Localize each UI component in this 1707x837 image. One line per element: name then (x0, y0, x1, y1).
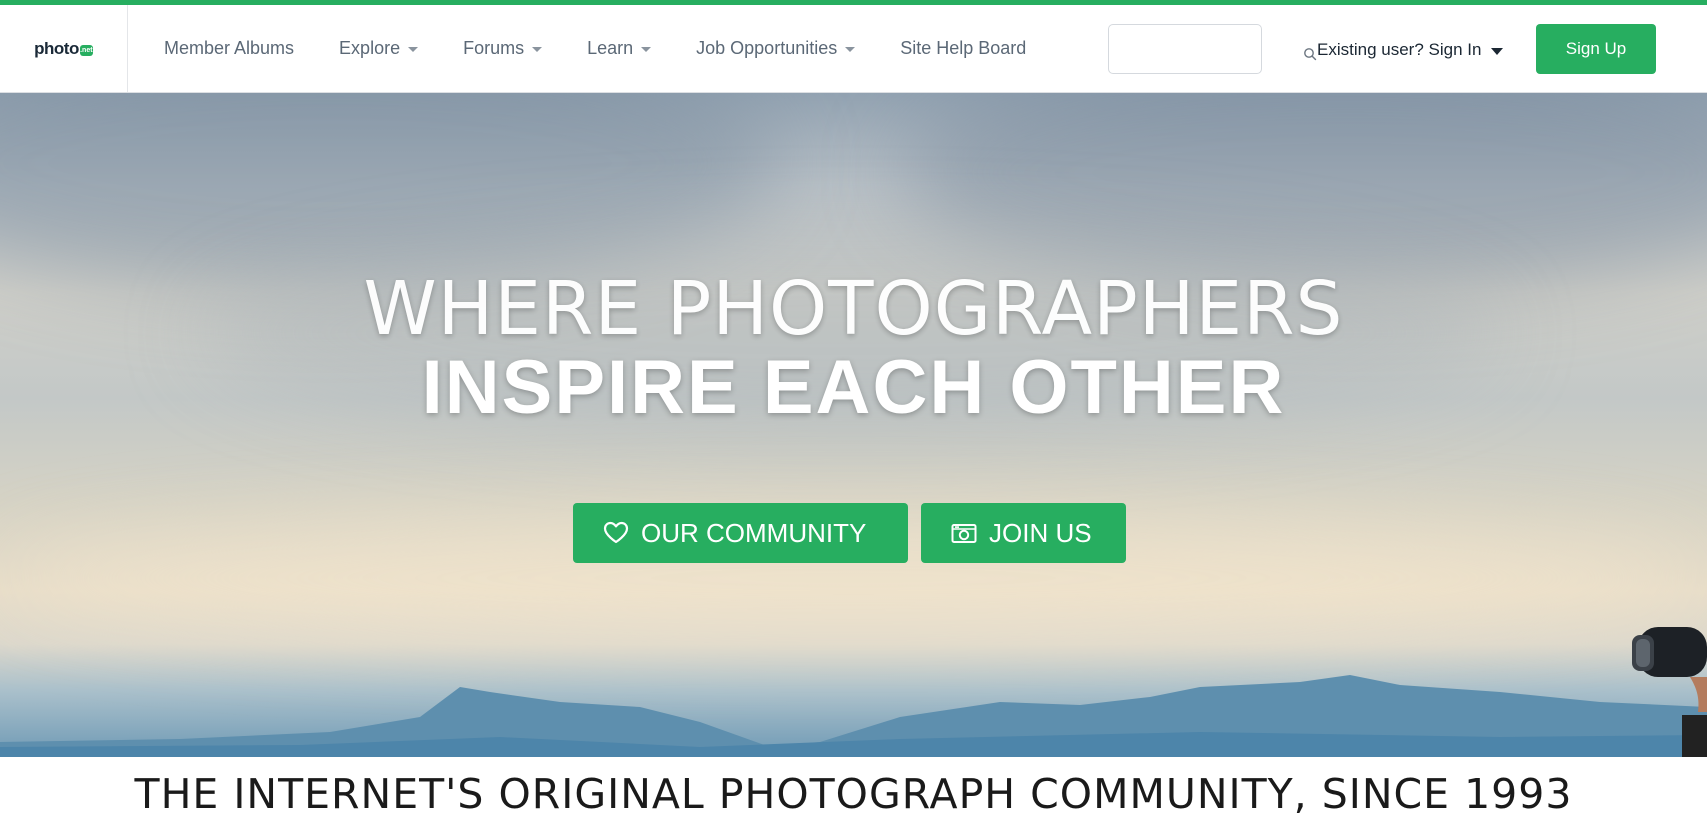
logo-link[interactable]: photo .net (0, 5, 128, 92)
search-icon[interactable] (1303, 47, 1317, 61)
hero-banner: WHERE PHOTOGRAPHERS INSPIRE EACH OTHER O… (0, 93, 1707, 757)
search-input[interactable] (1108, 24, 1262, 74)
nav-job-opportunities[interactable]: Job Opportunities (696, 38, 856, 59)
signin-label: Existing user? Sign In (1317, 40, 1482, 59)
chevron-down-icon (532, 47, 543, 52)
our-community-label: OUR COMMUNITY (641, 517, 867, 548)
nav-item-label: Site Help Board (900, 38, 1027, 58)
nav-site-help-board[interactable]: Site Help Board (900, 38, 1026, 59)
nav-item-label: Learn (587, 38, 634, 58)
signup-button[interactable]: Sign Up (1536, 24, 1656, 74)
nav-item-label: Job Opportunities (696, 38, 838, 58)
our-community-button[interactable]: OUR COMMUNITY (573, 503, 908, 563)
nav-forums[interactable]: Forums (463, 38, 543, 59)
chevron-down-icon (641, 47, 652, 52)
signup-label: Sign Up (1565, 39, 1627, 58)
site-header: photo .net Member Albums Explore Forums … (0, 5, 1707, 93)
nav-explore[interactable]: Explore (339, 38, 419, 59)
nav-item-label: Forums (463, 38, 525, 58)
heart-icon (603, 521, 629, 544)
chevron-down-icon (845, 47, 856, 52)
nav-member-albums[interactable]: Member Albums (164, 38, 294, 59)
nav-item-label: Explore (339, 38, 401, 58)
site-tagline: THE INTERNET'S ORIGINAL PHOTOGRAPH COMMU… (134, 770, 1573, 818)
nav-item-label: Member Albums (164, 38, 295, 58)
hero-line-1: WHERE PHOTOGRAPHERS (363, 266, 1344, 352)
logo-badge: .net (79, 45, 93, 56)
hero-heading: WHERE PHOTOGRAPHERS INSPIRE EACH OTHER (0, 271, 1707, 429)
nav-learn[interactable]: Learn (587, 38, 652, 59)
signin-dropdown[interactable]: Existing user? Sign In (1317, 38, 1504, 62)
main-nav: Member Albums Explore Forums Learn Job O… (164, 5, 1071, 92)
mountains-image (0, 675, 1707, 757)
join-us-button[interactable]: JOIN US (921, 503, 1126, 563)
hero-buttons: OUR COMMUNITY JOIN US (573, 503, 1139, 563)
site-logo: photo .net (34, 39, 93, 59)
chevron-down-icon (408, 47, 419, 52)
chevron-down-icon (1491, 47, 1504, 55)
hero-line-2: INSPIRE EACH OTHER (421, 345, 1286, 430)
join-us-label: JOIN US (989, 517, 1092, 548)
photographer-camera-image (1632, 627, 1707, 757)
logo-text: photo (34, 38, 79, 58)
camera-icon (951, 524, 977, 543)
